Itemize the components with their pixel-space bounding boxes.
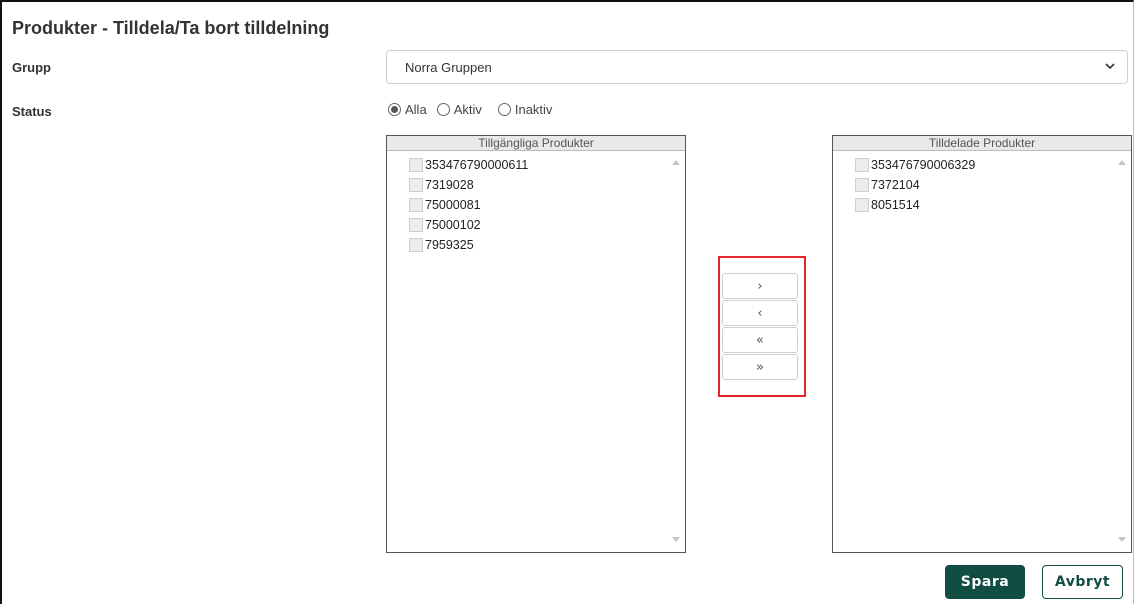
move-all-right-button[interactable]: » <box>722 354 798 380</box>
chevron-down-icon <box>1105 63 1115 70</box>
checkbox[interactable] <box>855 158 869 172</box>
radio-icon[interactable] <box>497 103 511 116</box>
checkbox[interactable] <box>409 238 423 252</box>
available-products-items: 353476790000611 7319028 75000081 7500010… <box>409 155 528 255</box>
list-item[interactable]: 8051514 <box>855 195 975 215</box>
list-item[interactable]: 75000102 <box>409 215 528 235</box>
save-button[interactable]: Spara <box>945 565 1025 599</box>
product-code: 353476790000611 <box>425 158 529 172</box>
cancel-button[interactable]: Avbryt <box>1042 565 1123 599</box>
list-item[interactable]: 353476790006329 <box>855 155 975 175</box>
status-radio-group: Alla Aktiv Inaktiv <box>388 102 562 117</box>
move-selected-right-button[interactable]: › <box>722 273 798 299</box>
available-products-list[interactable]: Tillgängliga Produkter 353476790000611 7… <box>386 135 686 553</box>
assigned-scrollbar[interactable] <box>1115 154 1129 550</box>
list-item[interactable]: 7372104 <box>855 175 975 195</box>
checkbox[interactable] <box>409 158 423 172</box>
product-code: 353476790006329 <box>871 158 976 172</box>
product-code: 75000081 <box>425 198 481 212</box>
scroll-up-icon[interactable] <box>672 160 680 165</box>
available-products-header: Tillgängliga Produkter <box>387 136 685 151</box>
status-option-label: Alla <box>405 102 427 117</box>
status-option-label: Aktiv <box>453 102 482 117</box>
assigned-products-items: 353476790006329 7372104 8051514 <box>855 155 975 215</box>
group-select[interactable]: Norra Gruppen <box>386 50 1128 84</box>
product-code: 7319028 <box>425 178 474 192</box>
group-label: Grupp <box>12 60 51 75</box>
available-scrollbar[interactable] <box>669 154 683 550</box>
radio-icon[interactable] <box>436 103 450 116</box>
checkbox[interactable] <box>409 198 423 212</box>
list-item[interactable]: 75000081 <box>409 195 528 215</box>
status-option-aktiv[interactable]: Aktiv <box>436 102 482 117</box>
status-option-alla[interactable]: Alla <box>388 102 427 117</box>
assigned-products-list[interactable]: Tilldelade Produkter 353476790006329 737… <box>832 135 1132 553</box>
status-option-inaktiv[interactable]: Inaktiv <box>497 102 553 117</box>
checkbox[interactable] <box>409 218 423 232</box>
checkbox[interactable] <box>855 178 869 192</box>
scroll-down-icon[interactable] <box>1118 537 1126 542</box>
page-title: Produkter - Tilldela/Ta bort tilldelning <box>12 18 330 38</box>
product-code: 8051514 <box>871 198 920 212</box>
group-select-value: Norra Gruppen <box>405 59 492 75</box>
product-code: 7372104 <box>871 178 920 192</box>
assigned-products-header: Tilldelade Produkter <box>833 136 1131 151</box>
status-option-label: Inaktiv <box>514 102 553 117</box>
scroll-up-icon[interactable] <box>1118 160 1126 165</box>
checkbox[interactable] <box>409 178 423 192</box>
radio-icon-checked[interactable] <box>388 103 401 116</box>
scroll-down-icon[interactable] <box>672 537 680 542</box>
checkbox[interactable] <box>855 198 869 212</box>
list-item[interactable]: 7319028 <box>409 175 528 195</box>
move-selected-left-button[interactable]: ‹ <box>722 300 798 326</box>
move-all-left-button[interactable]: « <box>722 327 798 353</box>
list-item[interactable]: 353476790000611 <box>409 155 528 175</box>
status-label: Status <box>12 104 52 119</box>
product-code: 7959325 <box>425 238 474 252</box>
list-item[interactable]: 7959325 <box>409 235 528 255</box>
product-code: 75000102 <box>425 218 481 232</box>
